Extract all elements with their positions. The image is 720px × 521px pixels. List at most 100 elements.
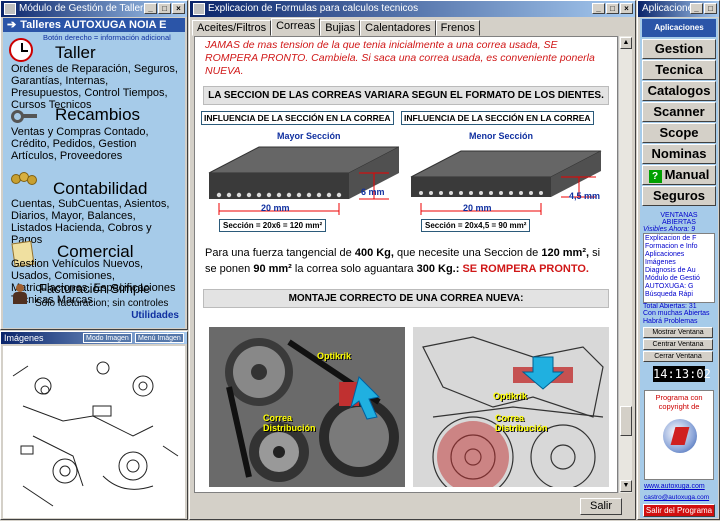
content-panel: JAMAS de mas tension de la que tenia ini… (194, 36, 618, 493)
photo-left-label-belt: Correa Distribución (263, 413, 316, 433)
images-title: Imágenes (4, 333, 44, 343)
minimize-button[interactable]: _ (144, 3, 157, 14)
nav-manual[interactable]: ? Manual (642, 165, 716, 185)
content-scrollbar[interactable]: ▲ ▼ (618, 36, 632, 493)
exit-program-button[interactable]: Salir del Programa (643, 504, 715, 517)
applications-titlebar[interactable]: Aplicaciones _ □ (638, 1, 719, 17)
belt-section-figures: INFLUENCIA DE LA SECCIÓN EN LA CORREA Ma… (195, 111, 617, 239)
list-item[interactable]: Módulo de Gestió (645, 275, 713, 283)
taller-title[interactable]: Taller (51, 43, 100, 63)
tab-bujias[interactable]: Bujias (320, 20, 361, 36)
figure-right: INFLUENCIA DE LA SECCIÓN EN LA CORREA Me… (401, 111, 611, 239)
app-icon (193, 3, 205, 15)
figure-right-title: INFLUENCIA DE LA SECCIÓN EN LA CORREA (401, 111, 594, 125)
close-button[interactable]: × (620, 3, 633, 14)
scroll-up-arrow-icon[interactable]: ▲ (620, 37, 632, 49)
open-warning: Con muchas Abiertas Habrá Problemas (643, 310, 710, 325)
figure-right-subtitle: Menor Sección (469, 131, 534, 141)
figure-left: INFLUENCIA DE LA SECCIÓN EN LA CORREA Ma… (199, 111, 399, 239)
image-mode-button[interactable]: Modo Imagen (83, 333, 132, 343)
scroll-thumb[interactable] (620, 406, 632, 436)
list-item[interactable]: Aplicaciones (645, 251, 713, 259)
person-icon (11, 284, 29, 306)
contabilidad-title[interactable]: Contabilidad (49, 179, 152, 199)
nav-scope[interactable]: Scope (642, 123, 716, 143)
figure-right-width: 20 mm (463, 203, 492, 213)
open-windows-list[interactable]: Explicacion de F Formacion e Info Aplica… (643, 233, 715, 303)
list-item[interactable]: Diagnosis de Au (645, 267, 713, 275)
tab-frenos[interactable]: Frenos (435, 20, 480, 36)
website-link[interactable]: www.autoxuga.com (644, 483, 705, 490)
tab-aceites[interactable]: Aceites/Filtros (192, 20, 272, 36)
taller-text[interactable]: Ordenes de Reparación, Seguros, Garantía… (7, 63, 183, 111)
maximize-button[interactable]: □ (704, 3, 717, 14)
close-window-button[interactable]: Cerrar Ventana (643, 351, 713, 362)
tab-strip: Aceites/Filtros Correas Bujias Calentado… (192, 18, 480, 36)
list-item[interactable]: AUTOXUGA: G (645, 283, 713, 291)
clock-icon (9, 38, 33, 62)
open-windows-title: VENTANAS ABIERTAS (660, 212, 698, 226)
maximize-button[interactable]: □ (158, 3, 171, 14)
parts-icon (11, 108, 37, 124)
visible-count: Visibles Ahora: 9 (643, 226, 696, 233)
tab-calentadores[interactable]: Calentadores (360, 20, 436, 36)
facturacion-text[interactable]: Sólo facturacion; sin controles (31, 298, 172, 309)
applications-window: Aplicaciones _ □ Aplicaciones Gestion Tec… (637, 0, 720, 520)
hint-text: Botón derecho = información adicional (43, 33, 171, 42)
gestion-window: Módulo de Gestión de Talleres _ □ × ➔ Talle… (0, 0, 188, 330)
show-window-button[interactable]: Mostrar Ventana (643, 327, 713, 338)
photo-left: Optikrik Correa Distribución (209, 327, 405, 487)
open-windows-panel: VENTANAS ABIERTAS Visibles Ahora: 9 Expl… (643, 212, 715, 382)
nav-seguros[interactable]: Seguros (642, 186, 716, 206)
formulas-titlebar[interactable]: Explicacion de Formulas para calculos te… (190, 1, 635, 17)
scroll-down-arrow-icon[interactable]: ▼ (620, 480, 632, 492)
figure-left-title: INFLUENCIA DE LA SECCIÓN EN LA CORREA (201, 111, 394, 125)
copyright-box: Programa con copyright de (644, 390, 714, 480)
list-item[interactable]: Formacion e Info (645, 243, 713, 251)
list-item[interactable]: Imágenes (645, 259, 713, 267)
center-window-button[interactable]: Centrar Ventana (643, 339, 713, 350)
figure-left-formula: Sección = 20x6 = 120 mm² (219, 219, 327, 232)
gestion-title: Módulo de Gestión de Talleres (19, 3, 154, 14)
recambios-title[interactable]: Recambios (51, 105, 144, 125)
minimize-button[interactable]: _ (592, 3, 605, 14)
list-item[interactable]: Explicacion de F (645, 235, 713, 243)
images-titlebar[interactable]: Imágenes Modo Imagen Menú Imágen (1, 332, 187, 344)
maximize-button[interactable]: □ (606, 3, 619, 14)
nav-catalogos[interactable]: Catalogos (642, 81, 716, 101)
exit-button[interactable]: Salir (580, 498, 622, 515)
force-paragraph: Para una fuerza tangencial de 400 Kg, qu… (205, 247, 601, 275)
tab-correas[interactable]: Correas (271, 18, 321, 36)
section-heading-mounting: MONTAJE CORRECTO DE UNA CORREA NUEVA: (203, 289, 609, 308)
formulas-window: Explicacion de Formulas para calculos te… (189, 0, 636, 520)
help-icon: ? (648, 170, 662, 183)
coins-icon (11, 172, 37, 186)
app-icon (4, 3, 16, 15)
nav-scanner[interactable]: Scanner (642, 102, 716, 122)
close-button[interactable]: × (172, 3, 185, 14)
figure-left-width: 20 mm (261, 203, 290, 213)
figure-right-formula: Sección = 20x4,5 = 90 mm² (421, 219, 531, 232)
figure-left-height: 6 mm (361, 187, 385, 197)
images-window: Imágenes Modo Imagen Menú Imágen (0, 331, 188, 520)
utilidades-link[interactable]: Utilidades (131, 310, 179, 321)
formulas-title: Explicacion de Formulas para calculos te… (208, 3, 419, 14)
list-item[interactable]: Búsqueda Rápi (645, 291, 713, 299)
clock-display: 14:13:02 (653, 366, 711, 382)
figure-left-subtitle: Mayor Sección (277, 131, 341, 141)
nav-tecnica[interactable]: Tecnica (642, 60, 716, 80)
nav-gestion[interactable]: Gestion (642, 39, 716, 59)
photo-right-label-optikrik: Optikrik (493, 391, 528, 401)
photo-left-label-optikrik: Optikrik (317, 351, 352, 361)
total-open: Total Abiertas: 31 (643, 303, 697, 310)
arrow-right-icon: ➔ (7, 19, 17, 31)
email-link[interactable]: castro@autoxuga.com (644, 494, 709, 501)
nav-nominas[interactable]: Nominas (642, 144, 716, 164)
gestion-titlebar[interactable]: Módulo de Gestión de Talleres _ □ × (1, 1, 187, 17)
applications-header: Aplicaciones (642, 19, 716, 37)
recambios-text[interactable]: Ventas y Compras Contado, Crédito, Pedid… (7, 126, 177, 162)
minimize-button[interactable]: _ (690, 3, 703, 14)
contabilidad-text[interactable]: Cuentas, SubCuentas, Asientos, Diarios, … (7, 198, 183, 246)
image-menu-button[interactable]: Menú Imágen (135, 333, 184, 343)
facturacion-title[interactable]: Facturación Simple (35, 281, 154, 296)
